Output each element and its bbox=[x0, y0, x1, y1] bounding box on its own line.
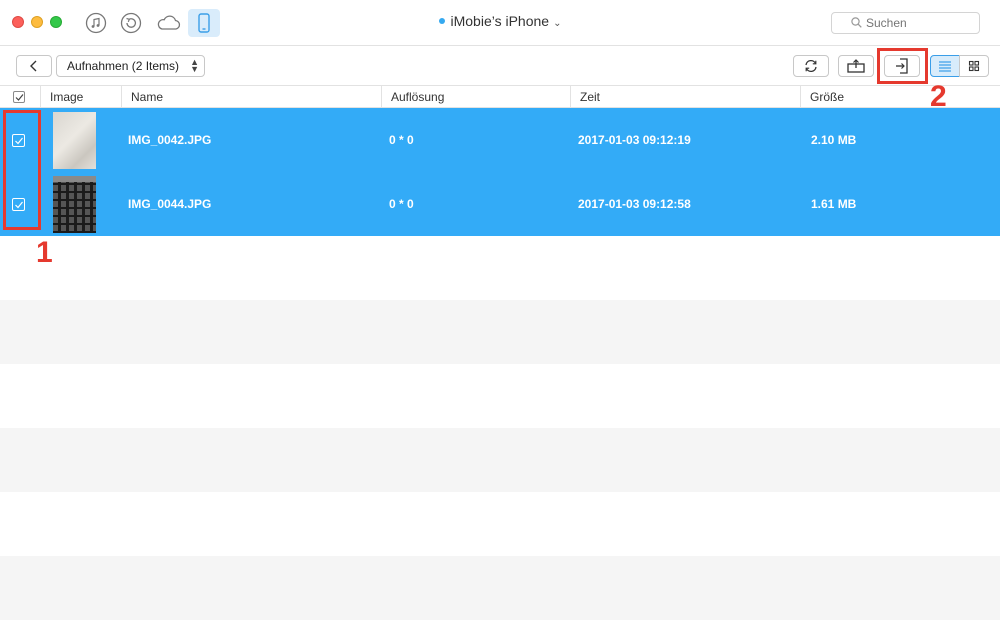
table-row[interactable]: IMG_0042.JPG 0 * 0 2017-01-03 09:12:19 2… bbox=[0, 108, 1000, 172]
file-size: 1.61 MB bbox=[811, 197, 857, 211]
album-select[interactable]: Aufnahmen (2 Items) ▲ ▼ bbox=[56, 55, 205, 77]
table-row[interactable]: IMG_0044.JPG 0 * 0 2017-01-03 09:12:58 1… bbox=[0, 172, 1000, 236]
empty-row bbox=[0, 236, 1000, 300]
search-input[interactable] bbox=[866, 16, 966, 30]
annotation-label-2: 2 bbox=[930, 80, 947, 113]
export-to-computer-icon bbox=[847, 59, 865, 73]
album-select-label: Aufnahmen (2 Items) bbox=[67, 59, 180, 73]
empty-row bbox=[0, 492, 1000, 556]
checkmark-icon bbox=[15, 94, 24, 101]
file-name: IMG_0042.JPG bbox=[128, 133, 212, 147]
annotation-box-send-button bbox=[877, 48, 928, 84]
chevron-down-icon: ⌄ bbox=[553, 18, 562, 29]
grid-view-icon bbox=[968, 60, 980, 72]
empty-row bbox=[0, 556, 1000, 620]
file-name: IMG_0044.JPG bbox=[128, 197, 212, 211]
refresh-button[interactable] bbox=[793, 55, 829, 77]
annotation-label-1: 1 bbox=[36, 236, 53, 269]
column-header-resolution[interactable]: Auflösung bbox=[381, 86, 570, 108]
back-button[interactable] bbox=[16, 55, 52, 77]
resolution: 0 * 0 bbox=[389, 197, 414, 211]
table-header: Image Name Auflösung Zeit Größe bbox=[0, 86, 1000, 108]
resolution: 0 * 0 bbox=[389, 133, 414, 147]
empty-row bbox=[0, 300, 1000, 364]
column-header-name[interactable]: Name bbox=[121, 86, 381, 108]
export-to-computer-button[interactable] bbox=[838, 55, 874, 77]
updown-arrows-icon: ▲ ▼ bbox=[190, 57, 199, 74]
timestamp: 2017-01-03 09:12:19 bbox=[578, 133, 691, 147]
chevron-left-icon bbox=[30, 60, 37, 72]
photo-thumbnail bbox=[53, 112, 96, 169]
device-status-dot bbox=[438, 18, 445, 25]
column-header-image[interactable]: Image bbox=[40, 86, 121, 108]
column-header-time[interactable]: Zeit bbox=[570, 86, 800, 108]
annotation-box-checkboxes bbox=[3, 110, 41, 230]
grid-view-button[interactable] bbox=[959, 55, 989, 77]
column-header-size[interactable]: Größe bbox=[800, 86, 1000, 108]
photo-thumbnail bbox=[53, 176, 96, 233]
list-view-button[interactable] bbox=[930, 55, 960, 77]
title-bar: iMobie’s iPhone ⌄ bbox=[0, 0, 1000, 46]
device-name: iMobie’s iPhone bbox=[450, 13, 550, 29]
list-view-icon bbox=[939, 61, 951, 72]
empty-row bbox=[0, 428, 1000, 492]
select-all-checkbox[interactable] bbox=[13, 91, 25, 103]
refresh-icon bbox=[805, 59, 817, 73]
search-box[interactable] bbox=[831, 12, 980, 34]
toolbar: Aufnahmen (2 Items) ▲ ▼ bbox=[0, 46, 1000, 86]
file-size: 2.10 MB bbox=[811, 133, 857, 147]
search-icon bbox=[851, 17, 862, 28]
timestamp: 2017-01-03 09:12:58 bbox=[578, 197, 691, 211]
empty-row bbox=[0, 364, 1000, 428]
